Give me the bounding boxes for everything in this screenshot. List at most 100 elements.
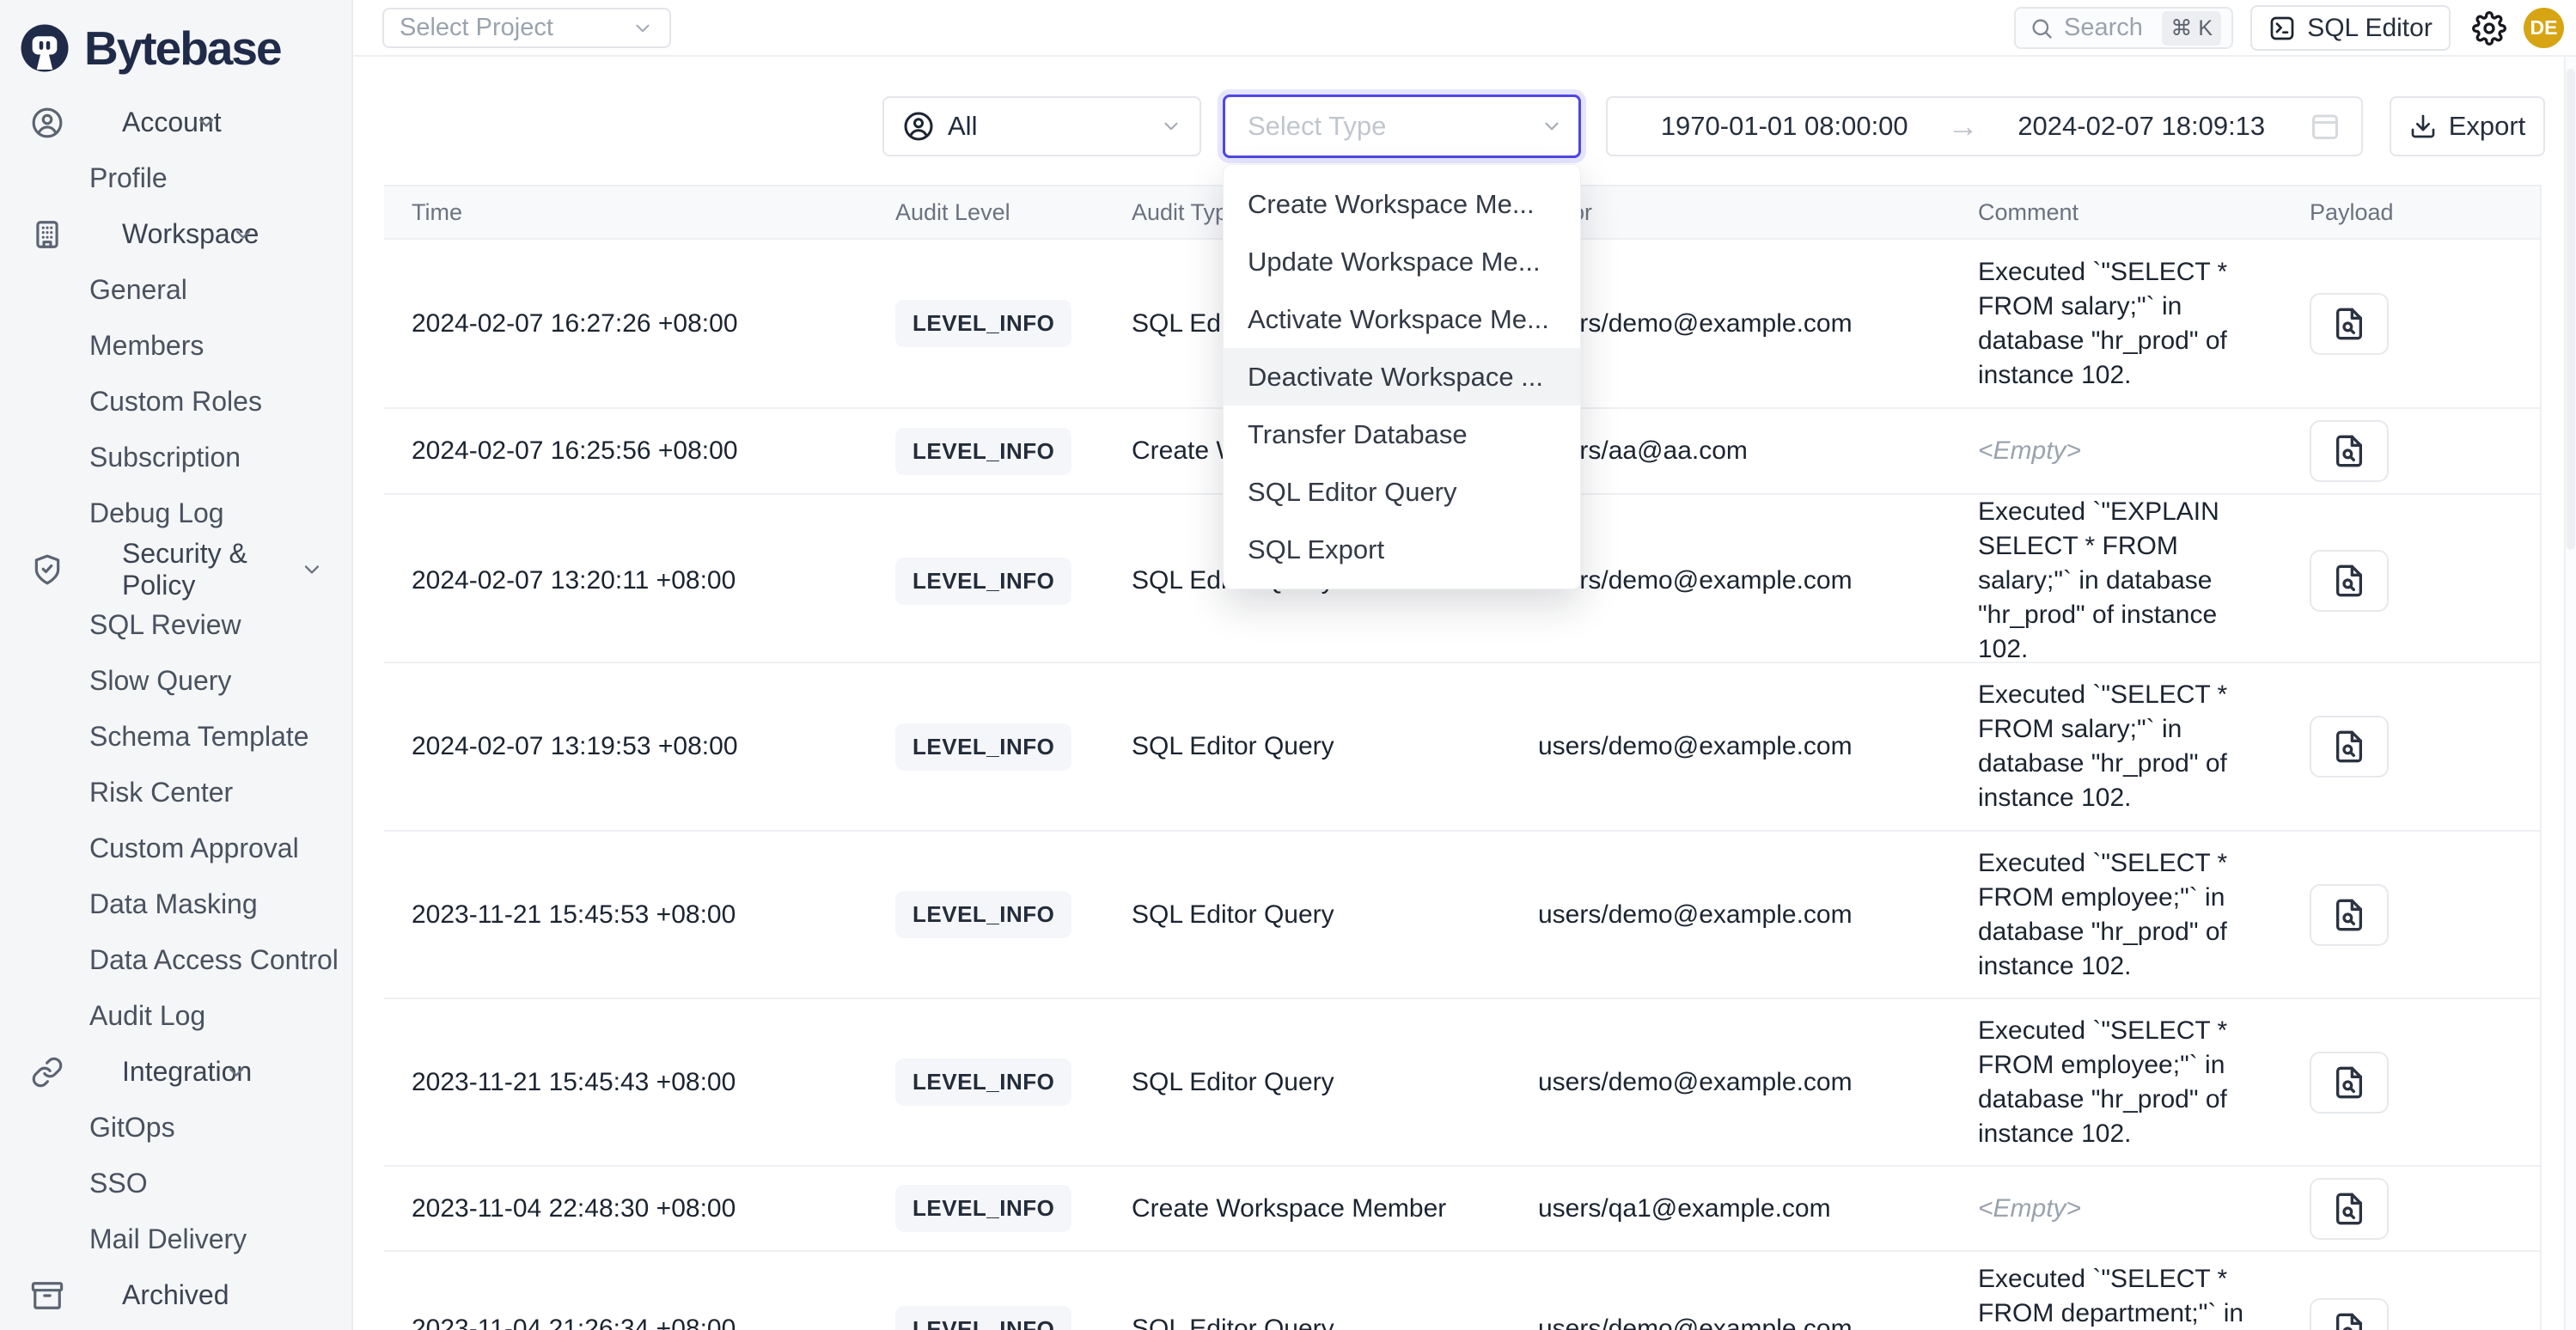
- sidebar-item-label: Custom Approval: [89, 833, 299, 864]
- sidebar-item-debug-log[interactable]: Debug Log: [0, 485, 351, 541]
- sidebar-item-data-access-control[interactable]: Data Access Control: [0, 932, 351, 988]
- search-shortcut-badge: ⌘ K: [2162, 11, 2221, 46]
- type-menu-item-deactivate-workspace[interactable]: Deactivate Workspace ...: [1224, 348, 1580, 406]
- cell-payload: [2282, 1052, 2542, 1113]
- scrollbar-thumb[interactable]: [2567, 69, 2575, 550]
- table-row: 2023-11-21 15:45:53 +08:00LEVEL_INFOSQL …: [384, 832, 2540, 999]
- cell-comment: Executed `"SELECT * FROM salary;"` in da…: [1950, 255, 2282, 393]
- chevron-down-icon: [194, 111, 218, 135]
- chevron-down-icon: [1541, 115, 1563, 137]
- sidebar-item-mail-delivery[interactable]: Mail Delivery: [0, 1211, 351, 1267]
- brand-logo[interactable]: Bytebase: [0, 0, 351, 82]
- column-header-payload: Payload: [2282, 199, 2542, 226]
- chevron-down-icon: [231, 223, 255, 247]
- payload-view-button[interactable]: [2310, 1178, 2389, 1240]
- project-select-placeholder: Select Project: [400, 14, 632, 42]
- cell-payload: [2282, 420, 2542, 482]
- cell-actor: users/demo@example.com: [1511, 1068, 1950, 1097]
- date-end-value[interactable]: 2024-02-07 18:09:13: [1986, 111, 2298, 142]
- user-circle-icon: [903, 111, 934, 142]
- sidebar-item-custom-roles[interactable]: Custom Roles: [0, 374, 351, 430]
- sidebar-item-members[interactable]: Members: [0, 318, 351, 374]
- payload-view-button[interactable]: [2310, 293, 2389, 355]
- export-label: Export: [2449, 111, 2526, 142]
- sidebar-item-label: Subscription: [89, 442, 241, 473]
- payload-view-button[interactable]: [2310, 1298, 2389, 1330]
- sidebar-item-gitops[interactable]: GitOps: [0, 1100, 351, 1156]
- type-menu-item-update-workspace-me[interactable]: Update Workspace Me...: [1224, 233, 1580, 290]
- cell-time: 2024-02-07 16:27:26 +08:00: [384, 309, 868, 339]
- brand-wordmark: Bytebase: [84, 21, 281, 76]
- type-menu-item-create-workspace-me[interactable]: Create Workspace Me...: [1224, 175, 1580, 233]
- cell-time: 2023-11-04 21:26:34 +08:00: [384, 1315, 868, 1330]
- type-menu-item-sql-editor-query[interactable]: SQL Editor Query: [1224, 463, 1580, 521]
- sidebar-group-integration[interactable]: Integration: [0, 1044, 351, 1100]
- shield-check-icon: [31, 553, 64, 586]
- type-menu-item-activate-workspace-me[interactable]: Activate Workspace Me...: [1224, 290, 1580, 348]
- cell-payload: [2282, 293, 2542, 355]
- project-select[interactable]: Select Project: [382, 8, 671, 48]
- export-button[interactable]: Export: [2390, 96, 2545, 156]
- payload-view-button[interactable]: [2310, 716, 2389, 778]
- sidebar-item-schema-template[interactable]: Schema Template: [0, 709, 351, 765]
- sidebar-item-label: Schema Template: [89, 721, 309, 753]
- sidebar-item-general[interactable]: General: [0, 262, 351, 318]
- sidebar-item-label: Audit Log: [89, 1000, 205, 1032]
- type-menu-item-sql-export[interactable]: SQL Export: [1224, 521, 1580, 578]
- payload-view-button[interactable]: [2310, 420, 2389, 482]
- sidebar-group-archived[interactable]: Archived: [0, 1267, 351, 1323]
- sidebar-item-sso[interactable]: SSO: [0, 1156, 351, 1211]
- archive-icon: [31, 1279, 64, 1312]
- audit-level-badge: LEVEL_INFO: [895, 723, 1071, 771]
- actor-filter-select[interactable]: All: [882, 96, 1201, 156]
- cell-comment: <Empty>: [1950, 1192, 2282, 1226]
- audit-level-badge: LEVEL_INFO: [895, 558, 1071, 605]
- sidebar-item-label: Profile: [89, 162, 168, 194]
- date-range-picker[interactable]: 1970-01-01 08:00:00 → 2024-02-07 18:09:1…: [1606, 96, 2363, 156]
- cell-audit-type: SQL Editor Query: [1104, 900, 1511, 930]
- arrow-right-icon: →: [1941, 108, 1986, 144]
- vertical-scrollbar[interactable]: [2564, 57, 2576, 1330]
- sidebar-item-custom-approval[interactable]: Custom Approval: [0, 821, 351, 876]
- sidebar: Bytebase Account Profile Workspace General M…: [0, 0, 353, 1330]
- sidebar-group-account[interactable]: Account: [0, 95, 351, 150]
- calendar-icon: [2310, 111, 2341, 142]
- cell-audit-level: LEVEL_INFO: [868, 1306, 1104, 1330]
- sidebar-item-label: Data Masking: [89, 888, 258, 920]
- payload-view-button[interactable]: [2310, 1052, 2389, 1113]
- cell-comment: Executed `"SELECT * FROM employee;"` in …: [1950, 846, 2282, 984]
- file-search-icon: [2332, 307, 2366, 341]
- sidebar-item-profile[interactable]: Profile: [0, 150, 351, 206]
- sidebar-item-data-masking[interactable]: Data Masking: [0, 876, 351, 932]
- sidebar-item-sql-review[interactable]: SQL Review: [0, 597, 351, 653]
- sidebar-item-label: Debug Log: [89, 497, 224, 529]
- payload-view-button[interactable]: [2310, 550, 2389, 612]
- audit-level-badge: LEVEL_INFO: [895, 1306, 1071, 1330]
- cell-audit-level: LEVEL_INFO: [868, 300, 1104, 347]
- sidebar-group-security-policy[interactable]: Security & Policy: [0, 541, 351, 597]
- sidebar-item-slow-query[interactable]: Slow Query: [0, 653, 351, 709]
- sidebar-item-label: General: [89, 274, 187, 306]
- sidebar-item-subscription[interactable]: Subscription: [0, 430, 351, 485]
- sidebar-item-audit-log[interactable]: Audit Log: [0, 988, 351, 1044]
- payload-view-button[interactable]: [2310, 884, 2389, 946]
- settings-gear-icon[interactable]: [2472, 11, 2506, 46]
- sidebar-group-workspace[interactable]: Workspace: [0, 206, 351, 262]
- user-avatar[interactable]: DE: [2524, 8, 2564, 48]
- sidebar-item-label: Risk Center: [89, 777, 233, 808]
- date-start-value[interactable]: 1970-01-01 08:00:00: [1628, 111, 1941, 142]
- sidebar-group-label: Security & Policy: [122, 538, 327, 601]
- sidebar-item-risk-center[interactable]: Risk Center: [0, 765, 351, 821]
- type-menu-item-transfer-database[interactable]: Transfer Database: [1224, 406, 1580, 463]
- column-header-time: Time: [384, 199, 868, 226]
- type-filter-select[interactable]: Select Type: [1223, 95, 1581, 158]
- sidebar-item-label: Mail Delivery: [89, 1223, 247, 1255]
- audit-level-badge: LEVEL_INFO: [895, 891, 1071, 938]
- search-input[interactable]: Search ⌘ K: [2014, 7, 2233, 49]
- cell-payload: [2282, 716, 2542, 778]
- cell-audit-type: SQL Editor Query: [1104, 732, 1511, 761]
- audit-level-badge: LEVEL_INFO: [895, 300, 1071, 347]
- type-filter-placeholder: Select Type: [1248, 111, 1541, 142]
- cell-audit-type: Create Workspace Member: [1104, 1194, 1511, 1223]
- sql-editor-button[interactable]: SQL Editor: [2250, 5, 2451, 51]
